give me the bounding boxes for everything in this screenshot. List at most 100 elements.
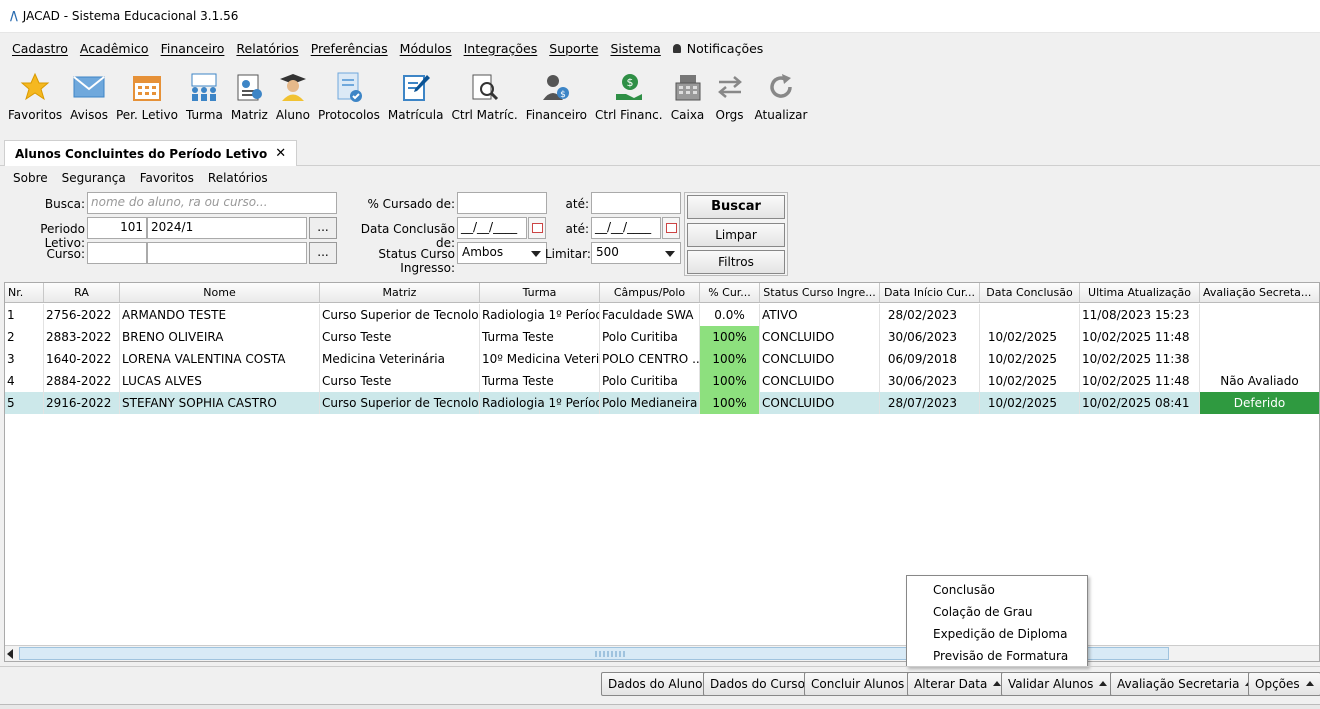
table-row[interactable]: 2 2883-2022 BRENO OLIVEIRA Curso Teste T… bbox=[5, 326, 1319, 348]
menu-financeiro[interactable]: Financeiro bbox=[155, 41, 231, 56]
submenu-sobre[interactable]: Sobre bbox=[6, 171, 55, 185]
popup-item-previsao-formatura[interactable]: Previsão de Formatura bbox=[907, 645, 1087, 667]
title-bar: /\ JACAD - Sistema Educacional 3.1.56 bbox=[0, 0, 1320, 33]
curso-code-input[interactable] bbox=[87, 242, 147, 264]
search-buttons-group: Buscar Limpar Filtros bbox=[684, 192, 788, 276]
toolbar-atualizar-button[interactable]: Atualizar bbox=[751, 64, 812, 122]
main-toolbar: Favoritos Avisos Per. Letivo Turma Matri… bbox=[0, 64, 1320, 130]
toolbar-avisos-button[interactable]: Avisos bbox=[66, 64, 112, 122]
toolbar-label: Ctrl Financ. bbox=[595, 108, 663, 122]
status-bar bbox=[0, 704, 1320, 709]
filtros-button[interactable]: Filtros bbox=[687, 250, 785, 274]
table-row[interactable]: 3 1640-2022 LORENA VALENTINA COSTA Medic… bbox=[5, 348, 1319, 370]
column-header[interactable]: Turma bbox=[480, 283, 600, 302]
popup-item-conclusao[interactable]: Conclusão bbox=[907, 579, 1087, 601]
cursado-label: % Cursado de: bbox=[367, 197, 455, 211]
cell-ultima-atualizacao: 10/02/2025 11:38 bbox=[1080, 348, 1200, 370]
menu-academico[interactable]: Acadêmico bbox=[74, 41, 155, 56]
menu-notificacoes[interactable]: Notificações bbox=[667, 41, 770, 56]
tab-alunos-concluintes[interactable]: Alunos Concluintes do Período Letivo ✕ bbox=[4, 140, 298, 166]
menu-cadastro[interactable]: Cadastro bbox=[6, 41, 74, 56]
tab-label: Alunos Concluintes do Período Letivo bbox=[15, 146, 268, 161]
horizontal-scrollbar[interactable] bbox=[5, 645, 1319, 661]
periodo-code-input[interactable]: 101 bbox=[87, 217, 147, 239]
popup-item-colacao-grau[interactable]: Colação de Grau bbox=[907, 601, 1087, 623]
avaliacao-secretaria-button[interactable]: Avaliação Secretaria bbox=[1110, 672, 1261, 696]
calendar-icon[interactable] bbox=[528, 217, 546, 239]
toolbar-favoritos-button[interactable]: Favoritos bbox=[4, 64, 66, 122]
menu-preferencias[interactable]: Preferências bbox=[305, 41, 394, 56]
periodo-name-input[interactable]: 2024/1 bbox=[147, 217, 307, 239]
cursado-ate-label: até: bbox=[565, 197, 589, 211]
status-select[interactable]: Ambos bbox=[457, 242, 547, 264]
conclusao-to-input[interactable]: __/__/____ bbox=[591, 217, 661, 239]
cell-campus: Polo Medianeira bbox=[600, 392, 700, 414]
toolbar-matricula-button[interactable]: Matrícula bbox=[384, 64, 448, 122]
grip-icon bbox=[595, 651, 625, 657]
limitar-value: 500 bbox=[596, 245, 619, 259]
toolbar-protocolos-button[interactable]: Protocolos bbox=[314, 64, 384, 122]
cursado-to-input[interactable] bbox=[591, 192, 681, 214]
toolbar-turma-button[interactable]: Turma bbox=[182, 64, 227, 122]
conclusao-from-input[interactable]: __/__/____ bbox=[457, 217, 527, 239]
curso-name-input[interactable] bbox=[147, 242, 307, 264]
tab-strip: Alunos Concluintes do Período Letivo ✕ bbox=[0, 138, 1320, 166]
alterar-data-button[interactable]: Alterar Data bbox=[907, 672, 1009, 696]
column-header[interactable]: Nome bbox=[120, 283, 320, 302]
column-header[interactable]: Ultima Atualização bbox=[1080, 283, 1200, 302]
toolbar-aluno-button[interactable]: Aluno bbox=[272, 64, 314, 122]
column-header[interactable]: Status Curso Ingre... bbox=[760, 283, 880, 302]
cursado-from-input[interactable] bbox=[457, 192, 547, 214]
column-header[interactable]: Matriz bbox=[320, 283, 480, 302]
column-header[interactable]: Câmpus/Polo bbox=[600, 283, 700, 302]
column-header[interactable]: Data Início Cur... bbox=[880, 283, 980, 302]
close-icon[interactable]: ✕ bbox=[275, 146, 286, 161]
toolbar-caixa-button[interactable]: Caixa bbox=[667, 64, 709, 122]
toolbar-label: Caixa bbox=[670, 108, 705, 122]
menu-modulos[interactable]: Módulos bbox=[394, 41, 458, 56]
periodo-lookup-button[interactable]: ... bbox=[309, 217, 337, 239]
cell-status: CONCLUIDO bbox=[760, 326, 880, 348]
periodo-label: Periodo Letivo: bbox=[40, 222, 85, 250]
dados-aluno-button[interactable]: Dados do Aluno bbox=[601, 672, 710, 696]
menu-sistema[interactable]: Sistema bbox=[604, 41, 666, 56]
table-row[interactable]: 1 2756-2022 ARMANDO TESTE Curso Superior… bbox=[5, 304, 1319, 326]
cell-campus: POLO CENTRO ... bbox=[600, 348, 700, 370]
validar-alunos-button[interactable]: Validar Alunos bbox=[1001, 672, 1115, 696]
toolbar-financeiro-button[interactable]: $ Financeiro bbox=[522, 64, 591, 122]
column-header[interactable]: % Cur... bbox=[700, 283, 760, 302]
opcoes-button[interactable]: Opções bbox=[1248, 672, 1320, 696]
submenu-relatorios[interactable]: Relatórios bbox=[201, 171, 275, 185]
dados-curso-button[interactable]: Dados do Curso bbox=[703, 672, 812, 696]
column-header[interactable]: Data Conclusão bbox=[980, 283, 1080, 302]
table-row-selected[interactable]: 5 2916-2022 STEFANY SOPHIA CASTRO Curso … bbox=[5, 392, 1319, 414]
scroll-left-icon[interactable] bbox=[7, 649, 13, 659]
column-header[interactable]: Nr. bbox=[5, 283, 44, 302]
cell-data-inicio: 28/07/2023 bbox=[880, 392, 980, 414]
limitar-select[interactable]: 500 bbox=[591, 242, 681, 264]
toolbar-ctrl-matricula-button[interactable]: Ctrl Matríc. bbox=[447, 64, 521, 122]
column-header[interactable]: Avaliação Secreta... bbox=[1200, 283, 1319, 302]
toolbar-orgs-button[interactable]: Orgs bbox=[709, 64, 751, 122]
chevron-down-icon bbox=[531, 251, 541, 257]
submenu-seguranca[interactable]: Segurança bbox=[55, 171, 133, 185]
popup-item-expedicao-diploma[interactable]: Expedição de Diploma bbox=[907, 623, 1087, 645]
menu-relatorios[interactable]: Relatórios bbox=[230, 41, 304, 56]
toolbar-label: Ctrl Matríc. bbox=[451, 108, 518, 122]
button-label: Concluir Alunos bbox=[811, 677, 905, 691]
table-row[interactable]: 4 2884-2022 LUCAS ALVES Curso Teste Turm… bbox=[5, 370, 1319, 392]
concluir-alunos-button[interactable]: Concluir Alunos bbox=[804, 672, 912, 696]
toolbar-ctrl-financ-button[interactable]: $ Ctrl Financ. bbox=[591, 64, 667, 122]
cell-matriz: Curso Teste bbox=[320, 326, 480, 348]
buscar-button[interactable]: Buscar bbox=[687, 195, 785, 219]
column-header[interactable]: RA bbox=[44, 283, 120, 302]
toolbar-periodo-letivo-button[interactable]: Per. Letivo bbox=[112, 64, 182, 122]
menu-bar: Cadastro Acadêmico Financeiro Relatórios… bbox=[0, 36, 1320, 60]
calendar-icon[interactable] bbox=[662, 217, 680, 239]
menu-suporte[interactable]: Suporte bbox=[543, 41, 604, 56]
submenu-favoritos[interactable]: Favoritos bbox=[133, 171, 201, 185]
search-input[interactable]: nome do aluno, ra ou curso... bbox=[87, 192, 337, 214]
limpar-button[interactable]: Limpar bbox=[687, 223, 785, 247]
menu-integracoes[interactable]: Integrações bbox=[458, 41, 544, 56]
toolbar-matriz-button[interactable]: Matriz bbox=[227, 64, 272, 122]
